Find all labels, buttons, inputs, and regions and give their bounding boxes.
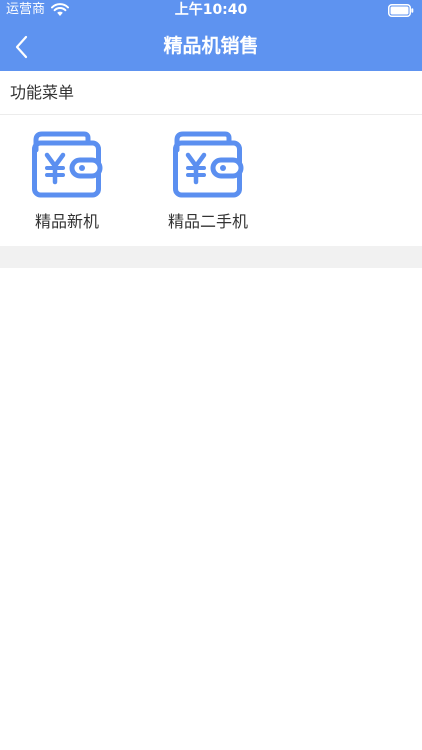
menu-grid: 精品新机 精品二手机	[0, 116, 422, 246]
menu-item-used-phones[interactable]: 精品二手机	[153, 128, 263, 238]
yen-wallet-icon	[32, 131, 103, 198]
menu-item-new-phones[interactable]: 精品新机	[12, 128, 122, 238]
section-title: 功能菜单	[10, 83, 75, 102]
page-title: 精品机销售	[163, 35, 259, 57]
menu-item-label: 精品新机	[34, 212, 99, 231]
battery-icon	[388, 4, 414, 17]
status-time: 上午10:40	[174, 2, 248, 18]
status-bar: 运营商 上午10:40	[0, 0, 422, 22]
menu-item-label: 精品二手机	[167, 212, 248, 231]
yen-wallet-icon	[173, 131, 244, 198]
header: 运营商 上午10:40 精品机销售	[0, 0, 422, 71]
nav-bar: 精品机销售	[0, 22, 422, 71]
section-header: 功能菜单	[0, 71, 422, 115]
section-divider	[0, 246, 422, 268]
